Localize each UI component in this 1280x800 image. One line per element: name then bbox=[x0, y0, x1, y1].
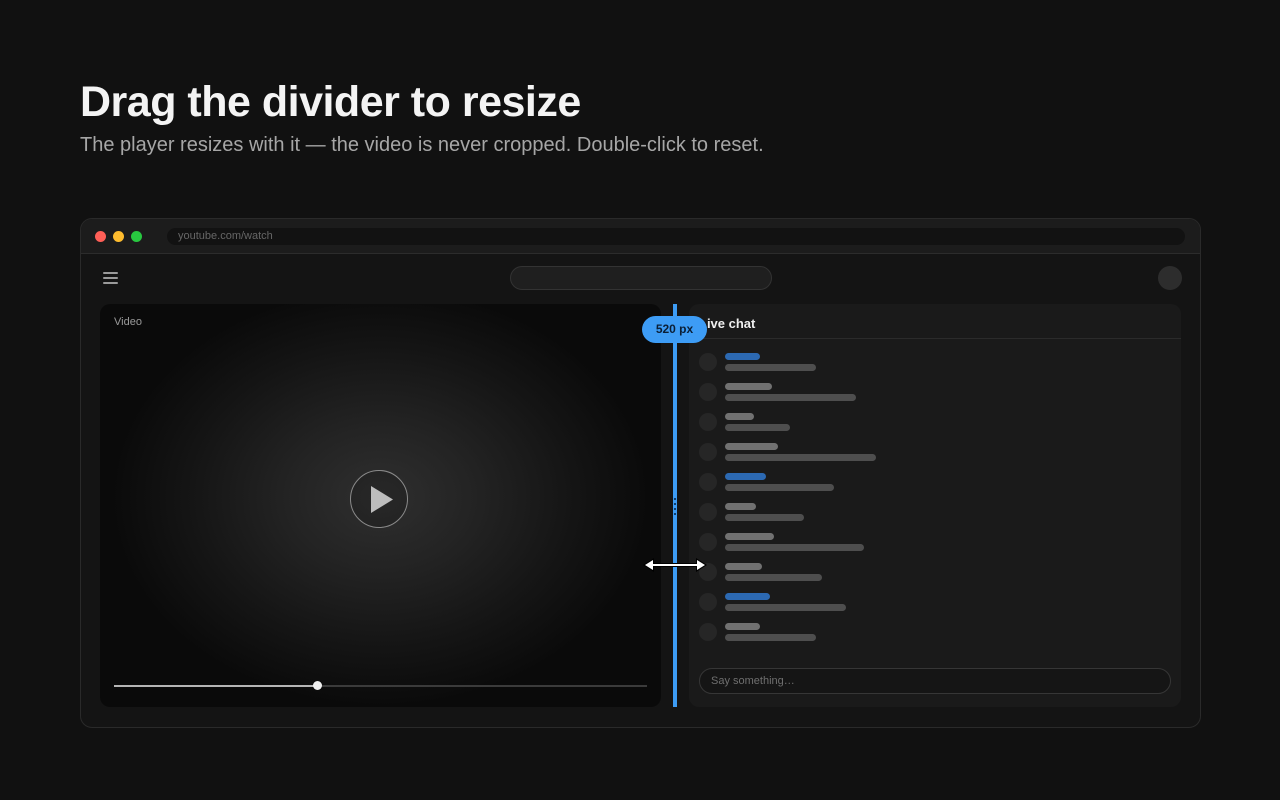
search-input[interactable] bbox=[510, 266, 772, 290]
chat-author-placeholder bbox=[725, 353, 760, 360]
menu-icon[interactable] bbox=[103, 272, 118, 285]
chat-avatar bbox=[699, 503, 717, 521]
chat-author-placeholder bbox=[725, 593, 770, 600]
chat-header-divider bbox=[689, 338, 1181, 339]
live-chat-panel: Live chat Say something… bbox=[689, 304, 1181, 707]
chat-message bbox=[699, 443, 1159, 465]
chat-author-placeholder bbox=[725, 443, 778, 450]
chat-text-placeholder bbox=[725, 604, 846, 611]
resize-divider[interactable] bbox=[673, 304, 677, 707]
chat-author-placeholder bbox=[725, 533, 774, 540]
chat-message bbox=[699, 593, 1159, 615]
chat-avatar bbox=[699, 383, 717, 401]
chat-text-placeholder bbox=[725, 454, 876, 461]
chat-text-placeholder bbox=[725, 574, 822, 581]
chat-text-placeholder bbox=[725, 484, 834, 491]
chat-input[interactable]: Say something… bbox=[699, 668, 1171, 694]
chat-author-placeholder bbox=[725, 563, 762, 570]
avatar[interactable] bbox=[1158, 266, 1182, 290]
chat-message bbox=[699, 503, 1159, 525]
minimize-window-button[interactable] bbox=[113, 231, 124, 242]
chat-author-placeholder bbox=[725, 413, 754, 420]
chat-avatar bbox=[699, 353, 717, 371]
chat-author-placeholder bbox=[725, 383, 772, 390]
chat-message bbox=[699, 533, 1159, 555]
chat-avatar bbox=[699, 473, 717, 491]
resize-cursor-icon bbox=[643, 558, 707, 572]
chat-author-placeholder bbox=[725, 503, 756, 510]
chat-text-placeholder bbox=[725, 364, 816, 371]
close-window-button[interactable] bbox=[95, 231, 106, 242]
browser-window: youtube.com/watch Video Live chat Say so… bbox=[80, 218, 1201, 728]
chat-avatar bbox=[699, 623, 717, 641]
progress-scrubber-handle[interactable] bbox=[312, 681, 322, 690]
video-label: Video bbox=[114, 316, 142, 328]
width-badge: 520 px bbox=[642, 316, 707, 343]
address-bar[interactable]: youtube.com/watch bbox=[167, 228, 1185, 245]
chat-message bbox=[699, 413, 1159, 435]
chat-message bbox=[699, 353, 1159, 375]
chat-avatar bbox=[699, 443, 717, 461]
progress-fill bbox=[114, 685, 317, 687]
chat-message bbox=[699, 623, 1159, 645]
page-title: Drag the divider to resize bbox=[80, 78, 581, 126]
play-icon bbox=[371, 486, 393, 513]
chat-message bbox=[699, 563, 1159, 585]
page-subtitle: The player resizes with it — the video i… bbox=[80, 134, 764, 156]
chat-text-placeholder bbox=[725, 544, 864, 551]
chat-text-placeholder bbox=[725, 634, 816, 641]
progress-bar[interactable] bbox=[114, 681, 647, 690]
chat-avatar bbox=[699, 593, 717, 611]
chat-avatar bbox=[699, 533, 717, 551]
chat-message bbox=[699, 383, 1159, 405]
chat-avatar bbox=[699, 413, 717, 431]
chat-title: Live chat bbox=[699, 316, 756, 331]
chat-author-placeholder bbox=[725, 623, 760, 630]
browser-titlebar: youtube.com/watch bbox=[81, 219, 1200, 254]
chat-text-placeholder bbox=[725, 424, 790, 431]
video-player[interactable]: Video bbox=[100, 304, 661, 707]
chat-text-placeholder bbox=[725, 514, 804, 521]
chat-author-placeholder bbox=[725, 473, 766, 480]
play-button[interactable] bbox=[350, 470, 408, 528]
zoom-window-button[interactable] bbox=[131, 231, 142, 242]
chat-message bbox=[699, 473, 1159, 495]
chat-text-placeholder bbox=[725, 394, 856, 401]
